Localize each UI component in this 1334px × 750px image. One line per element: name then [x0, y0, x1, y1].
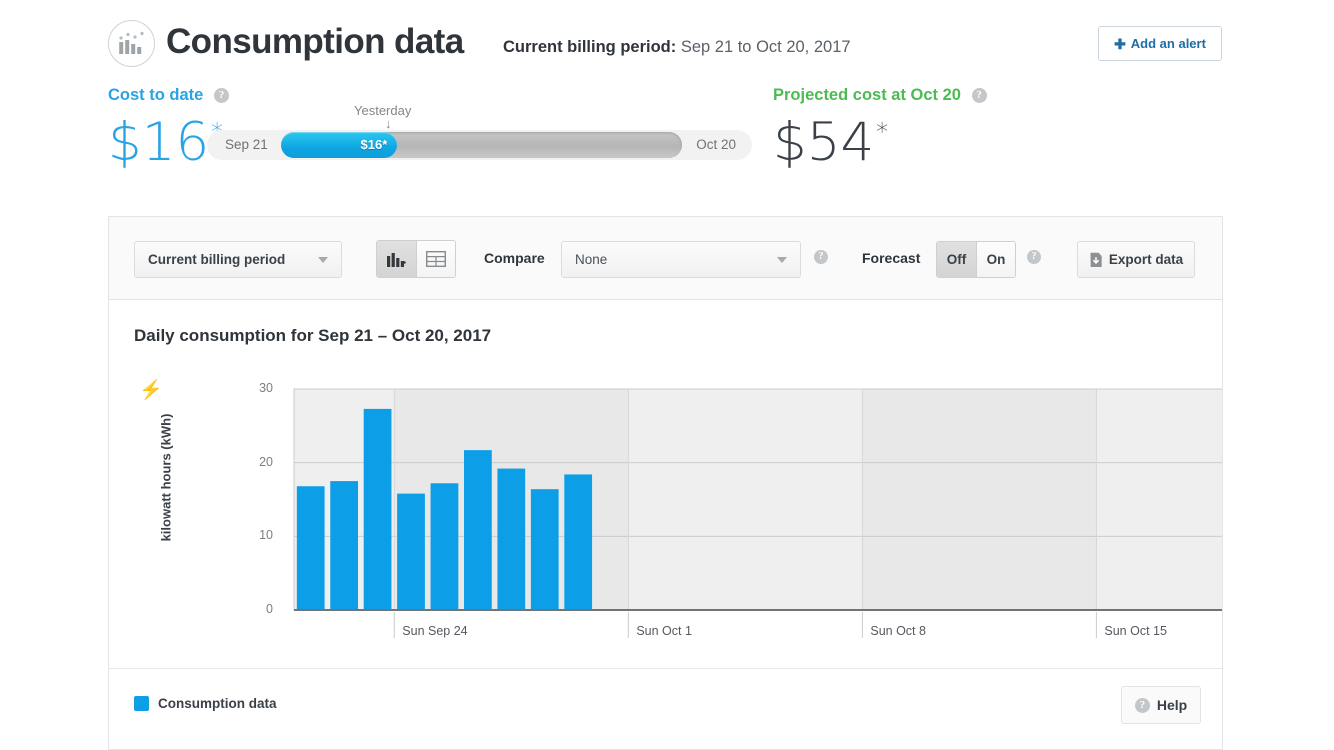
cost-to-date-text: Cost to date — [108, 86, 204, 104]
chart-panel: Current billing period Compare None ? Fo… — [108, 216, 1223, 750]
progress-start-label: Sep 21 — [225, 137, 268, 152]
compare-select[interactable]: None — [561, 241, 801, 278]
chart-week-band — [628, 389, 863, 610]
view-mode-toggle — [376, 240, 456, 278]
chart-bar — [330, 481, 359, 610]
help-button[interactable]: ? Help — [1121, 686, 1201, 724]
help-icon-projected[interactable]: ? — [971, 88, 987, 103]
export-data-button[interactable]: Export data — [1077, 241, 1195, 278]
chevron-down-icon — [318, 257, 328, 263]
chart-footer: Consumption data ? Help — [109, 669, 1222, 749]
forecast-label: Forecast — [862, 250, 921, 266]
period-select[interactable]: Current billing period — [134, 241, 342, 278]
forecast-toggle: Off On — [936, 241, 1016, 278]
chart-svg — [293, 388, 1222, 638]
cost-to-date-amount: $16* — [108, 112, 223, 173]
projected-asterisk: * — [876, 118, 889, 146]
chart-bar — [397, 493, 425, 610]
chart-week-band — [862, 389, 1097, 610]
chevron-down-icon — [777, 257, 787, 263]
question-icon: ? — [1134, 697, 1150, 713]
chart-bar — [363, 408, 392, 610]
page-header: Consumption data Current billing period:… — [0, 0, 1334, 88]
chart-container: Daily consumption for Sep 21 – Oct 20, 2… — [109, 300, 1222, 669]
projected-cost-value: $54 — [773, 112, 875, 173]
progress-fill: $16* — [281, 132, 398, 158]
chart-bar — [464, 450, 492, 610]
projected-cost-label: Projected cost at Oct 20 ? — [773, 86, 987, 105]
projected-cost-amount: $54* — [773, 112, 888, 173]
download-icon — [1090, 252, 1102, 267]
chart-toolbar: Current billing period Compare None ? Fo… — [109, 217, 1222, 300]
billing-period-label: Current billing period: — [503, 38, 677, 56]
progress-end-label: Oct 20 — [696, 137, 736, 152]
chart-bar — [497, 468, 526, 610]
compare-select-value: None — [575, 252, 608, 267]
add-alert-label: Add an alert — [1130, 36, 1206, 51]
help-icon-forecast[interactable]: ? — [1027, 250, 1041, 264]
consumption-data-page: Consumption data Current billing period:… — [0, 0, 1334, 750]
legend-swatch — [134, 696, 149, 711]
page-title: Consumption data — [166, 22, 464, 61]
chart-legend[interactable]: Consumption data — [134, 696, 277, 711]
forecast-off-option[interactable]: Off — [937, 242, 976, 277]
chart-bar — [296, 486, 325, 610]
table-icon[interactable] — [416, 241, 455, 277]
chart-bars-icon — [108, 20, 155, 67]
progress-track: $16* — [281, 132, 682, 158]
cost-to-date-value: $16 — [108, 112, 210, 173]
billing-progress-bar: Sep 21 Oct 20 $16* — [207, 130, 752, 160]
projected-cost-text: Projected cost at Oct 20 — [773, 86, 961, 104]
forecast-on-option[interactable]: On — [976, 242, 1015, 277]
chart-week-band — [1096, 389, 1222, 610]
chart-bar — [564, 474, 593, 610]
chart-bar — [430, 483, 459, 610]
period-select-value: Current billing period — [148, 252, 286, 267]
billing-period-value: Sep 21 to Oct 20, 2017 — [680, 38, 851, 56]
legend-label: Consumption data — [158, 696, 277, 711]
add-alert-button[interactable]: ✚ Add an alert — [1098, 26, 1222, 61]
progress-fill-label: $16* — [360, 137, 388, 152]
chart-bar — [530, 489, 559, 610]
yesterday-marker-label: Yesterday — [354, 103, 412, 118]
compare-label: Compare — [484, 250, 545, 266]
plus-icon: ✚ — [1114, 35, 1126, 52]
yesterday-arrow-icon: ↓ — [385, 116, 392, 131]
help-label: Help — [1156, 697, 1188, 713]
cost-to-date-label: Cost to date ? — [108, 86, 229, 105]
bar-chart-icon[interactable] — [377, 241, 416, 277]
billing-period: Current billing period: Sep 21 to Oct 20… — [503, 38, 851, 57]
help-icon-compare[interactable]: ? — [814, 250, 828, 264]
help-icon-cost[interactable]: ? — [213, 88, 229, 103]
export-data-label: Export data — [1108, 252, 1184, 267]
